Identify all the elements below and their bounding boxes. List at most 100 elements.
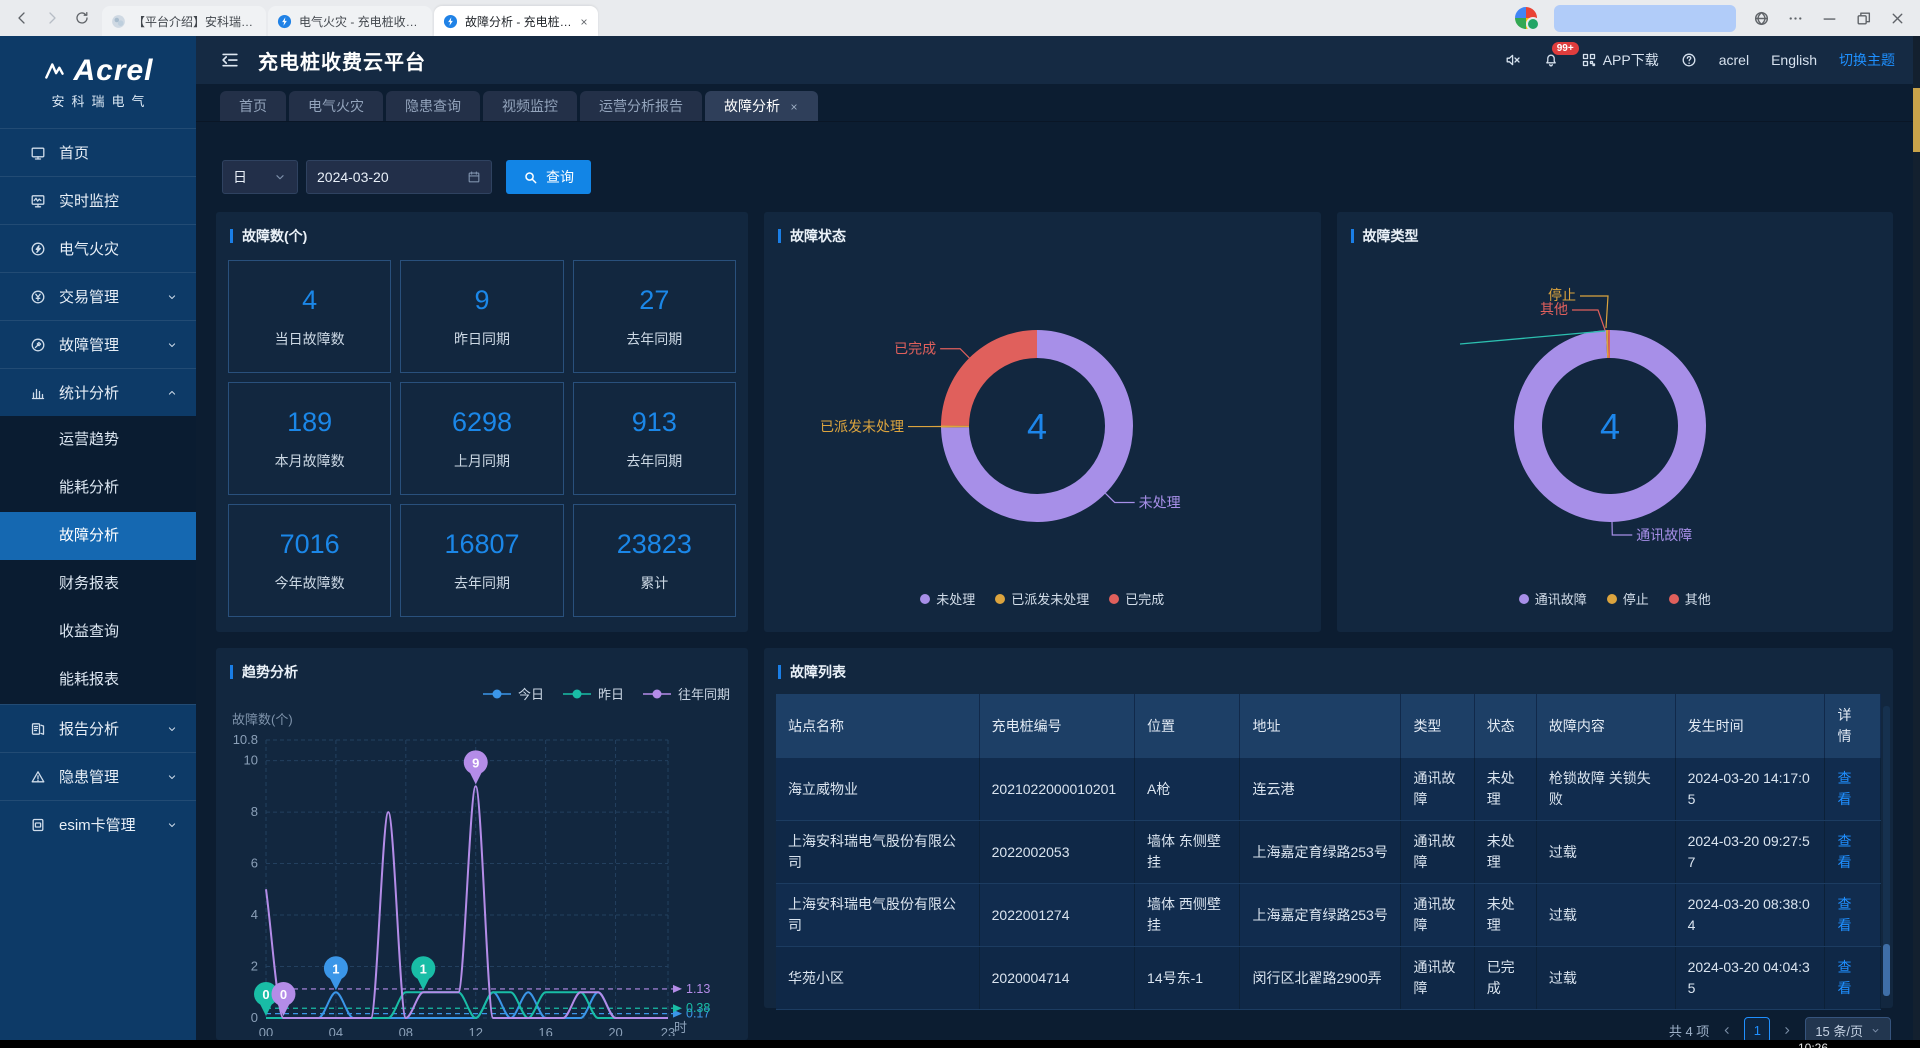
- query-button[interactable]: 查询: [506, 160, 591, 194]
- nav-tab-label: 隐患查询: [405, 96, 461, 116]
- view-detail-link[interactable]: 查看: [1837, 831, 1852, 873]
- browser-forward-button[interactable]: [44, 10, 60, 26]
- stat-label: 当日故障数: [275, 329, 345, 349]
- notifications-button[interactable]: 99+: [1543, 52, 1559, 68]
- nav-tab-5[interactable]: 故障分析: [705, 91, 818, 121]
- browser-tab-3[interactable]: 故障分析 - 充电桩收费云平台: [434, 6, 598, 36]
- workspace-tabbar: 首页电气火灾 隐患查询 视频监控 运营分析报告 故障分析: [196, 84, 1913, 122]
- legend-item[interactable]: 未处理: [920, 589, 975, 608]
- trend-series-2: [266, 786, 668, 1018]
- stat-box: 23823累计: [573, 504, 736, 617]
- donut-label: 已派发未处理: [820, 419, 904, 435]
- page-scrollbar-thumb[interactable]: [1913, 88, 1920, 152]
- date-input[interactable]: 2024-03-20: [306, 160, 492, 194]
- y-axis-label: 故障数(个): [232, 712, 293, 727]
- nav-tab-3[interactable]: 视频监控: [483, 91, 577, 121]
- sidebar-subitem-2[interactable]: 故障分析: [0, 512, 196, 560]
- sidebar-item-home[interactable]: 首页: [0, 128, 196, 176]
- table-scrollbar[interactable]: [1883, 706, 1890, 996]
- tab-close-button[interactable]: [579, 14, 589, 28]
- username[interactable]: acrel: [1719, 52, 1749, 68]
- sidebar-item-report-analysis[interactable]: 报告分析: [0, 704, 196, 752]
- nav-tab-2[interactable]: 隐患查询: [386, 91, 480, 121]
- donut-label: 其他: [1540, 301, 1568, 317]
- siteicon-icon: [111, 14, 126, 29]
- legend-item[interactable]: 通讯故障: [1519, 589, 1587, 608]
- legend-line-icon: [642, 689, 672, 699]
- sidebar-submenu: 运营趋势能耗分析故障分析财务报表收益查询能耗报表: [0, 416, 196, 704]
- window-restore-button[interactable]: [1855, 10, 1872, 27]
- window-close-button[interactable]: [1889, 10, 1906, 27]
- page-size-select[interactable]: 15 条/页: [1805, 1017, 1891, 1040]
- nav-tab-label: 运营分析报告: [599, 96, 683, 116]
- browser-tab-1[interactable]: 【平台介绍】安科瑞AcrelCloud-9: [102, 6, 266, 36]
- nav-tab-close-button[interactable]: [789, 98, 799, 114]
- sidebar-subitem-0[interactable]: 运营趋势: [0, 416, 196, 464]
- trend-legend-item-2[interactable]: 往年同期: [642, 684, 730, 703]
- mute-button[interactable]: [1505, 52, 1521, 68]
- browser-profile-pill[interactable]: [1554, 5, 1736, 32]
- sidebar-item-esim-mgmt[interactable]: esim卡管理: [0, 800, 196, 848]
- panel-trend: 趋势分析 今日昨日往年同期 00040812162023024681010.8故…: [216, 648, 748, 1040]
- trend-legend-item-0[interactable]: 今日: [482, 684, 544, 703]
- sidebar-item-realtime-monitor[interactable]: 实时监控: [0, 176, 196, 224]
- table-cell: 已完成: [1474, 947, 1536, 1010]
- qr-icon: [1581, 52, 1597, 68]
- sidebar-subitem-5[interactable]: 能耗报表: [0, 656, 196, 704]
- stat-box: 189本月故障数: [228, 382, 391, 495]
- donut-slice[interactable]: [941, 330, 1037, 426]
- sidebar-collapse-button[interactable]: [220, 50, 240, 70]
- sidebar-item-electrical-fire[interactable]: 电气火灾: [0, 224, 196, 272]
- view-detail-link[interactable]: 查看: [1837, 894, 1852, 936]
- period-select[interactable]: 日: [222, 160, 298, 194]
- nav-tab-0[interactable]: 首页: [220, 91, 286, 121]
- table-cell: 闵行区北翟路2900弄: [1240, 947, 1401, 1010]
- legend-item[interactable]: 已完成: [1109, 589, 1164, 608]
- sidebar-menu: 首页实时监控电气火灾交易管理故障管理统计分析运营趋势能耗分析故障分析财务报表收益…: [0, 128, 196, 848]
- current-page[interactable]: 1: [1744, 1017, 1770, 1040]
- legend-item[interactable]: 停止: [1607, 589, 1649, 608]
- sidebar-item-fault-mgmt[interactable]: 故障管理: [0, 320, 196, 368]
- nav-tab-4[interactable]: 运营分析报告: [580, 91, 702, 121]
- legend-item[interactable]: 已派发未处理: [995, 589, 1089, 608]
- marker-value: 0: [262, 987, 269, 1002]
- sidebar-item-hazard-mgmt[interactable]: 隐患管理: [0, 752, 196, 800]
- dots-icon: [1787, 10, 1804, 27]
- sidebar-item-transaction-mgmt[interactable]: 交易管理: [0, 272, 196, 320]
- view-detail-link[interactable]: 查看: [1837, 957, 1852, 999]
- browser-reload-button[interactable]: [74, 10, 90, 26]
- table-scrollbar-thumb[interactable]: [1883, 944, 1890, 996]
- browser-profile-icon[interactable]: [1515, 7, 1537, 29]
- trend-legend-item-1[interactable]: 昨日: [562, 684, 624, 703]
- browser-menu-button[interactable]: [1787, 10, 1804, 27]
- nav-tab-1[interactable]: 电气火灾: [289, 91, 383, 121]
- sidebar-subitem-3[interactable]: 财务报表: [0, 560, 196, 608]
- donut-center-value: 4: [1600, 406, 1620, 447]
- legend-item[interactable]: 其他: [1669, 589, 1711, 608]
- prev-page-button[interactable]: [1720, 1024, 1733, 1037]
- sidebar-subitem-4[interactable]: 收益查询: [0, 608, 196, 656]
- view-detail-link[interactable]: 查看: [1837, 768, 1852, 810]
- browser-back-button[interactable]: [14, 10, 30, 26]
- sidebar: Acrel 安科瑞电气 首页实时监控电气火灾交易管理故障管理统计分析运营趋势能耗…: [0, 36, 196, 1040]
- logo-subtext: 安科瑞电气: [44, 91, 151, 110]
- chevUp-icon: [166, 387, 178, 399]
- table-cell: 通讯故障: [1401, 947, 1474, 1010]
- table-cell-detail: 查看: [1825, 821, 1881, 884]
- trend-line-chart: 00040812162023024681010.8故障数(个)时0.170.38…: [228, 710, 736, 1036]
- theme-switch-link[interactable]: 切换主题: [1839, 50, 1895, 70]
- sidebar-subitem-1[interactable]: 能耗分析: [0, 464, 196, 512]
- language-switch[interactable]: English: [1771, 52, 1817, 68]
- svg-text:00: 00: [259, 1025, 273, 1036]
- sidebar-item-statistics[interactable]: 统计分析: [0, 368, 196, 416]
- help-button[interactable]: [1681, 52, 1697, 68]
- page-scrollbar[interactable]: [1913, 36, 1920, 1040]
- window-minimize-button[interactable]: [1821, 10, 1838, 27]
- next-page-button[interactable]: [1781, 1024, 1794, 1037]
- table-row: 海立威物业2021022000010201A枪连云港通讯故障未处理枪锁故障 关锁…: [776, 758, 1881, 821]
- browser-tab-2[interactable]: 电气火灾 - 充电桩收费云平台: [268, 6, 432, 36]
- stat-value: 7016: [280, 529, 340, 560]
- globe-icon[interactable]: [1753, 10, 1770, 27]
- app-download-button[interactable]: APP下载: [1581, 50, 1659, 70]
- table-cell: 2024-03-20 09:27:57: [1675, 821, 1825, 884]
